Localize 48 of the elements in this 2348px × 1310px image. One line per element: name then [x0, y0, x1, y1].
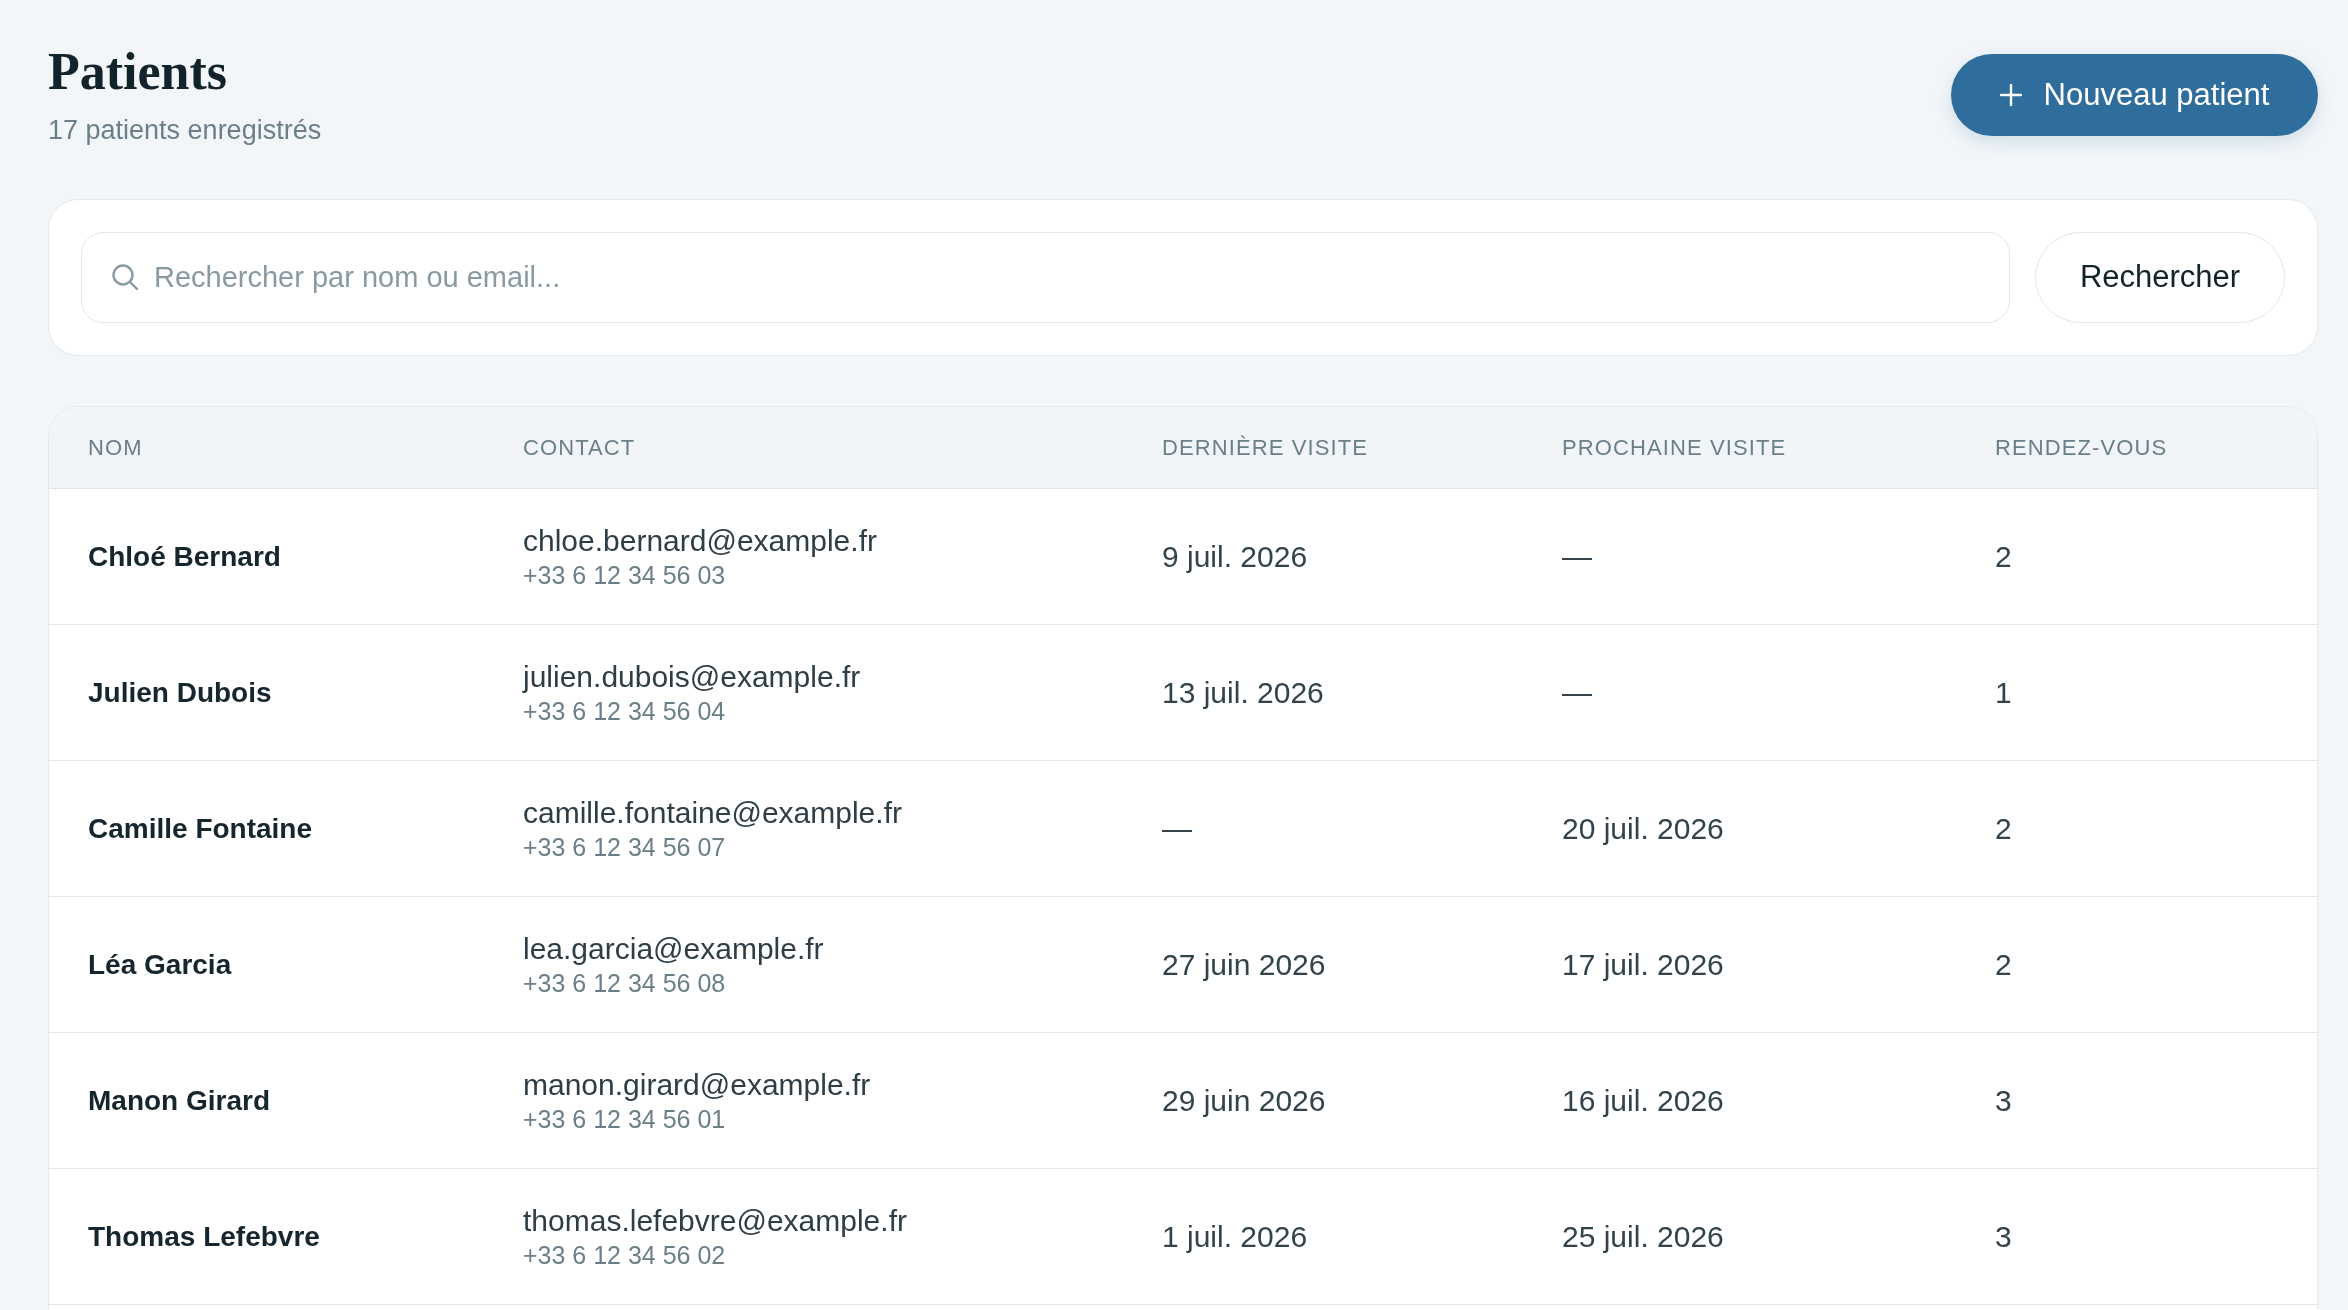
email-address: thomas.lefebvre@example.fr [523, 1204, 907, 1237]
patient-name: Thomas Lefebvre [88, 1220, 320, 1252]
table-cell: — [1562, 540, 1592, 573]
search-icon [111, 263, 139, 291]
search-field[interactable]: Rechercher par nom ou email... [81, 232, 2010, 323]
table-cell: 1 [1995, 676, 2012, 709]
table-cell: — [1562, 676, 1592, 709]
patient-name: Chloé Bernard [88, 540, 281, 572]
table-cell: 2 [1995, 812, 2012, 845]
column-header: NOM [88, 435, 143, 460]
table-cell: 9 juil. 2026 [1162, 540, 1308, 573]
patient-name: Manon Girard [88, 1084, 270, 1116]
plus-icon [1999, 84, 2022, 106]
patient-name: Léa Garcia [88, 948, 232, 980]
table-cell: 20 juil. 2026 [1562, 812, 1724, 845]
table-cell: 1 juil. 2026 [1162, 1220, 1308, 1253]
email-address: lea.garcia@example.fr [523, 932, 824, 965]
table-cell: 16 juil. 2026 [1562, 1084, 1724, 1117]
patient-count: 17 patients enregistrés [48, 115, 322, 145]
phone-number: +33 6 12 34 56 02 [523, 1240, 726, 1269]
email-address: camille.fontaine@example.fr [523, 796, 902, 829]
table-cell: 25 juil. 2026 [1562, 1220, 1724, 1253]
table-cell: 13 juil. 2026 [1162, 676, 1324, 709]
phone-number: +33 6 12 34 56 04 [523, 696, 726, 725]
table-cell: 17 juil. 2026 [1562, 948, 1724, 981]
page-title: Patients [48, 46, 228, 98]
table-cell: 27 juin 2026 [1162, 948, 1326, 981]
new-patient-button[interactable]: Nouveau patient [1951, 54, 2318, 136]
table-cell: 3 [1995, 1220, 2012, 1253]
search-button[interactable]: Rechercher [2035, 232, 2285, 323]
phone-number: +33 6 12 34 56 07 [523, 832, 726, 861]
table-cell: — [1162, 812, 1192, 845]
column-header: CONTACT [523, 435, 636, 460]
table-cell: 29 juin 2026 [1162, 1084, 1326, 1117]
phone-number: +33 6 12 34 56 03 [523, 560, 726, 589]
phone-number: +33 6 12 34 56 01 [523, 1104, 726, 1133]
patient-name: Camille Fontaine [88, 812, 313, 844]
email-address: manon.girard@example.fr [523, 1068, 871, 1101]
phone-number: +33 6 12 34 56 08 [523, 968, 726, 997]
email-address: chloe.bernard@example.fr [523, 524, 877, 557]
column-header: DERNIÈRE VISITE [1162, 435, 1368, 460]
column-header: RENDEZ-VOUS [1995, 435, 2168, 460]
table-cell: 2 [1995, 948, 2012, 981]
patient-name: Julien Dubois [88, 676, 272, 708]
column-header: PROCHAINE VISITE [1562, 435, 1787, 460]
table-cell: 2 [1995, 540, 2012, 573]
email-address: julien.dubois@example.fr [523, 660, 861, 693]
table-cell: 3 [1995, 1084, 2012, 1117]
